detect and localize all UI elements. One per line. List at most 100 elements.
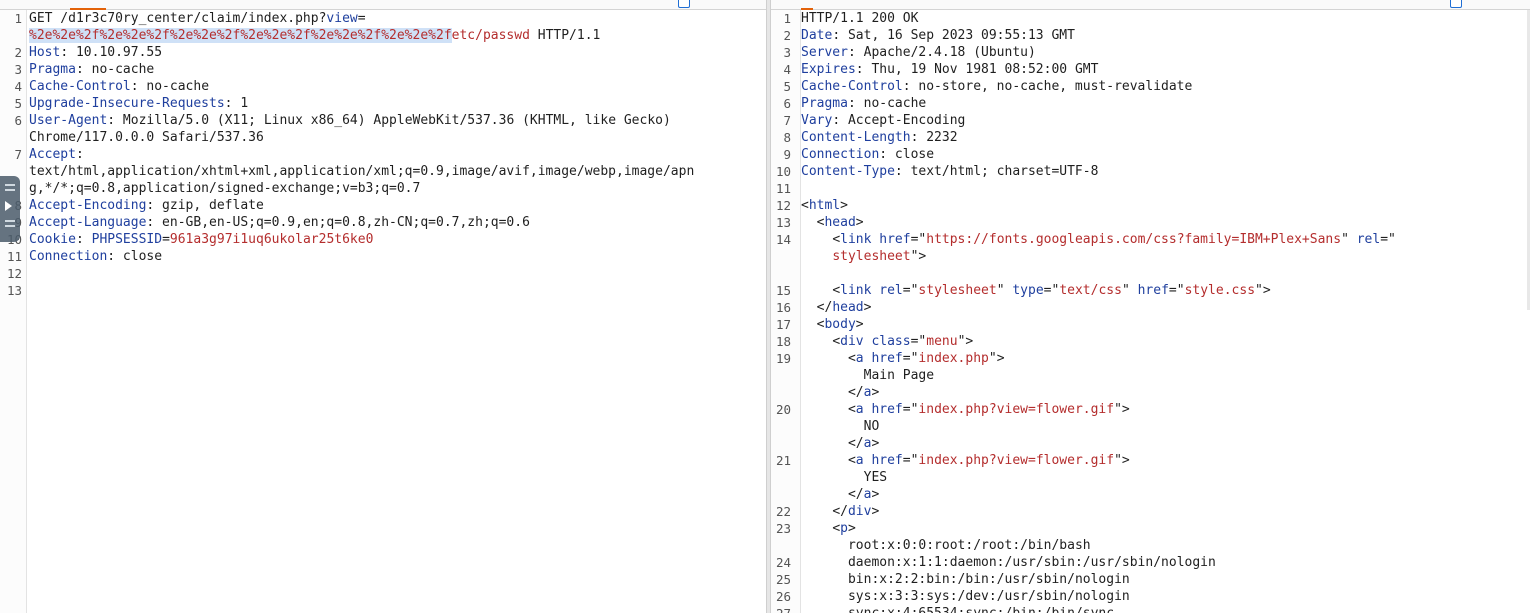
line-code: %2e%2e%2f%2e%2e%2f%2e%2e%2f%2e%2e%2f%2e%… [26, 27, 766, 44]
request-editor[interactable]: 1 GET /d1r3c70ry_center/claim/index.php?v… [0, 10, 766, 613]
line-number: 8 [783, 130, 791, 145]
response-line[interactable]: 8 Content-Length: 2232 [771, 129, 1530, 146]
request-line[interactable]: g,*/*;q=0.8,application/signed-exchange;… [0, 180, 766, 197]
request-line[interactable]: 7 Accept: [0, 146, 766, 163]
request-line[interactable]: 2 Host: 10.10.97.55 [0, 44, 766, 61]
code-token: : Sat, 16 Sep 2023 09:55:13 GMT [832, 28, 1075, 43]
request-view-icon[interactable] [678, 0, 690, 8]
response-line[interactable]: 21 <a href="index.php?view=flower.gif"> [771, 452, 1530, 469]
line-code: ​ [800, 180, 1451, 197]
line-code: NO [800, 418, 1451, 435]
response-line[interactable]: 23 <p> [771, 520, 1530, 537]
response-line[interactable]: </a> [771, 435, 1530, 452]
request-line[interactable]: 4 Cache-Control: no-cache [0, 78, 766, 95]
line-code: daemon:x:1:1:daemon:/usr/sbin:/usr/sbin/… [800, 554, 1451, 571]
code-token: > [855, 317, 864, 332]
code-token: : no-cache [130, 79, 210, 94]
request-line[interactable]: %2e%2e%2f%2e%2e%2f%2e%2e%2f%2e%2e%2f%2e%… [0, 27, 766, 44]
response-line[interactable]: 22 </div> [771, 503, 1530, 520]
response-line[interactable]: </a> [771, 384, 1530, 401]
request-line[interactable]: Chrome/117.0.0.0 Safari/537.36 [0, 129, 766, 146]
response-line[interactable]: 19 <a href="index.php"> [771, 350, 1530, 367]
response-line[interactable]: 26 sys:x:3:3:sys:/dev:/usr/sbin/nologin [771, 588, 1530, 605]
line-number: 11 [775, 181, 791, 196]
code-token: > [871, 504, 880, 519]
response-view-icon[interactable] [1450, 0, 1462, 8]
code-token: </ [801, 504, 848, 519]
code-token: href [871, 453, 903, 468]
code-token: " [1341, 232, 1357, 247]
response-line[interactable]: 5 Cache-Control: no-store, no-cache, must… [771, 78, 1530, 95]
line-code: <html> [800, 197, 1451, 214]
line-code: sys:x:3:3:sys:/dev:/usr/sbin/nologin [800, 588, 1451, 605]
request-line[interactable]: 1 GET /d1r3c70ry_center/claim/index.php?v… [0, 10, 766, 27]
code-token: index.php?view=flower.gif [918, 402, 1115, 417]
request-pane: 1 GET /d1r3c70ry_center/claim/index.php?v… [0, 0, 766, 613]
line-code: <p> [800, 520, 1451, 537]
response-line[interactable]: 2 Date: Sat, 16 Sep 2023 09:55:13 GMT [771, 27, 1530, 44]
line-number: 3 [14, 62, 22, 77]
line-number: 4 [783, 62, 791, 77]
response-tabstrip [771, 0, 1530, 10]
code-token: "> [910, 249, 927, 264]
request-line[interactable]: 10Cookie: PHPSESSID=961a3g97i1uq6ukolar2… [0, 231, 766, 248]
response-line[interactable]: 25 bin:x:2:2:bin:/bin:/usr/sbin/nologin [771, 571, 1530, 588]
response-line[interactable]: ​ [771, 265, 1530, 282]
line-number: 16 [775, 300, 791, 315]
response-line[interactable]: 17 <body> [771, 316, 1530, 333]
code-token: Chrome/117.0.0.0 Safari/537.36 [29, 130, 264, 145]
request-line[interactable]: 8Accept-Encoding: gzip, deflate [0, 197, 766, 214]
response-editor[interactable]: 1 HTTP/1.1 200 OK 2 Date: Sat, 16 Sep 2023 … [771, 10, 1530, 613]
line-code: Accept-Language: en-GB,en-US;q=0.9,en;q=… [26, 214, 766, 231]
response-line[interactable]: 27 sync:x:4:65534:sync:/bin:/bin/sync [771, 605, 1530, 613]
response-line[interactable]: 12 <html> [771, 197, 1530, 214]
response-line[interactable]: 14 <link href="https://fonts.googleapis.… [771, 231, 1530, 248]
response-line[interactable]: 20 <a href="index.php?view=flower.gif"> [771, 401, 1530, 418]
request-line[interactable]: 3 Pragma: no-cache [0, 61, 766, 78]
response-line[interactable]: 15 <link rel="stylesheet" type="text/css… [771, 282, 1530, 299]
response-line[interactable]: YES [771, 469, 1530, 486]
code-token: Connection [801, 147, 880, 162]
response-line[interactable]: 1 HTTP/1.1 200 OK [771, 10, 1530, 27]
response-line[interactable]: 9 Connection: close [771, 146, 1530, 163]
response-line[interactable]: root:x:0:0:root:/root:/bin/bash [771, 537, 1530, 554]
code-token: =" [910, 334, 927, 349]
line-code: Server: Apache/2.4.18 (Ubuntu) [800, 44, 1451, 61]
response-line[interactable]: 6 Pragma: no-cache [771, 95, 1530, 112]
response-line[interactable]: stylesheet"> [771, 248, 1530, 265]
line-code: GET /d1r3c70ry_center/claim/index.php?vi… [26, 10, 766, 27]
request-line[interactable]: 11 Connection: close [0, 248, 766, 265]
request-line[interactable]: 6 User-Agent: Mozilla/5.0 (X11; Linux x86… [0, 112, 766, 129]
code-token: < [801, 232, 841, 247]
response-line[interactable]: NO [771, 418, 1530, 435]
code-token: = [357, 11, 366, 26]
response-line[interactable]: 18 <div class="menu"> [771, 333, 1530, 350]
expand-panel-icon[interactable] [0, 176, 20, 242]
response-line[interactable]: </a> [771, 486, 1530, 503]
code-token: PHPSESSID [91, 232, 163, 247]
request-line[interactable]: 9Accept-Language: en-GB,en-US;q=0.9,en;q… [0, 214, 766, 231]
response-line[interactable]: 24 daemon:x:1:1:daemon:/usr/sbin:/usr/sb… [771, 554, 1530, 571]
response-line[interactable]: Main Page [771, 367, 1530, 384]
line-code: Main Page [800, 367, 1451, 384]
response-line[interactable]: 3 Server: Apache/2.4.18 (Ubuntu) [771, 44, 1530, 61]
code-token: > [871, 385, 880, 400]
code-token: < [801, 283, 841, 298]
line-code: ​ [800, 265, 1451, 282]
line-code: <link href="https://fonts.googleapis.com… [800, 231, 1451, 248]
response-line[interactable]: 13 <head> [771, 214, 1530, 231]
response-line[interactable]: 4 Expires: Thu, 19 Nov 1981 08:52:00 GMT [771, 61, 1530, 78]
response-line[interactable]: 10 Content-Type: text/html; charset=UTF-8 [771, 163, 1530, 180]
line-number: 24 [775, 555, 791, 570]
request-line[interactable]: text/html,application/xhtml+xml,applicat… [0, 163, 766, 180]
response-line[interactable]: 11 ​ [771, 180, 1530, 197]
response-line[interactable]: 16 </head> [771, 299, 1530, 316]
request-line[interactable]: 5 Upgrade-Insecure-Requests: 1 [0, 95, 766, 112]
code-token: =" [902, 453, 919, 468]
line-code: Connection: close [26, 248, 766, 265]
code-token: GET /d1r3c70ry_center/claim/index.php? [29, 11, 327, 26]
response-line[interactable]: 7 Vary: Accept-Encoding [771, 112, 1530, 129]
request-line[interactable]: 12 ​ [0, 265, 766, 282]
code-token: link [840, 232, 872, 247]
request-line[interactable]: 13 ​ [0, 282, 766, 299]
